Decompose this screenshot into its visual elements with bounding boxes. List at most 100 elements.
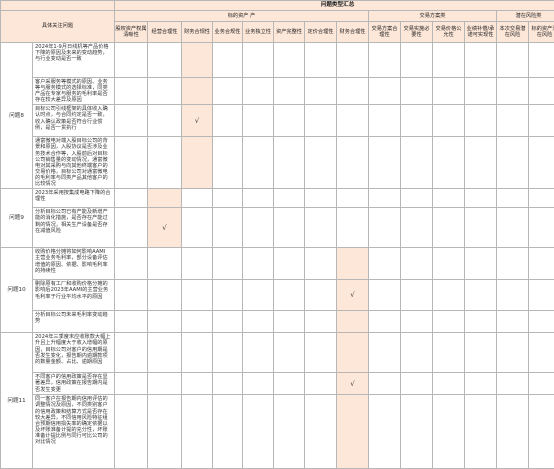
empty-cell bbox=[243, 78, 274, 105]
column-header: 业务合规性 bbox=[213, 22, 243, 43]
empty-cell bbox=[274, 280, 305, 311]
issue-label: 问题8 bbox=[1, 43, 33, 189]
empty-cell bbox=[337, 105, 369, 137]
column-header: 交易实施必要性 bbox=[401, 22, 433, 43]
empty-cell bbox=[305, 105, 337, 137]
empty-cell bbox=[465, 189, 497, 208]
issue-summary-table: 问题类型汇总 具体关注问题 标的资产 产 交易方案类 潜在风险类 股权资产权属清… bbox=[0, 0, 554, 469]
column-header: 标的资产潜在风险 bbox=[529, 22, 554, 43]
empty-cell bbox=[213, 395, 243, 469]
empty-cell bbox=[213, 105, 243, 137]
empty-cell bbox=[497, 78, 529, 105]
table-row: 通富微电对端入股目标公司的背景和原因，入股协议是否涉及业务技术合作等，入股前后对… bbox=[1, 137, 554, 189]
issue-description: 分析目标公司未来毛利率变动趋势 bbox=[33, 311, 115, 333]
table-row: 目标公司引线框架的具体收入确认时点，与合同约定是否一致，收入确认政策是否符合行业… bbox=[1, 105, 554, 137]
empty-cell bbox=[115, 311, 148, 333]
check-mark-cell bbox=[182, 43, 213, 78]
issue-description: 分析目标公司已有产能及新增产能的消化措施，是否存在产能过剩的情况，相关生产设备是… bbox=[33, 208, 115, 248]
check-mark-cell bbox=[337, 333, 369, 373]
empty-cell bbox=[148, 137, 182, 189]
empty-cell bbox=[274, 395, 305, 469]
empty-cell bbox=[115, 78, 148, 105]
group-header-asset: 标的资产 产 bbox=[115, 11, 369, 22]
empty-cell bbox=[305, 248, 337, 280]
check-mark-cell bbox=[337, 248, 369, 280]
column-header: 业务独立性 bbox=[243, 22, 274, 43]
issue-description: 2024年三季度末应收账款大幅上升且上升幅度大于收入增幅的原因，目标公司对客户的… bbox=[33, 333, 115, 373]
empty-cell bbox=[243, 280, 274, 311]
empty-cell bbox=[497, 373, 529, 395]
empty-cell bbox=[274, 333, 305, 373]
empty-cell bbox=[243, 105, 274, 137]
check-mark-cell bbox=[337, 395, 369, 469]
empty-cell bbox=[305, 208, 337, 248]
empty-cell bbox=[465, 373, 497, 395]
empty-cell bbox=[433, 373, 465, 395]
empty-cell bbox=[529, 395, 554, 469]
empty-cell bbox=[369, 137, 401, 189]
empty-cell bbox=[529, 78, 554, 105]
group-header-risk: 潜在风险类 bbox=[497, 11, 554, 22]
issue-description: 2024年1-9月日线机等产品价格下降的原因及未来的变动趋势，与行业变动是否一致 bbox=[33, 43, 115, 78]
empty-cell bbox=[433, 311, 465, 333]
check-mark-cell bbox=[148, 189, 182, 208]
empty-cell bbox=[465, 43, 497, 78]
empty-cell bbox=[401, 248, 433, 280]
empty-cell bbox=[182, 311, 213, 333]
empty-cell bbox=[182, 208, 213, 248]
empty-cell bbox=[369, 280, 401, 311]
empty-cell bbox=[305, 280, 337, 311]
empty-cell bbox=[213, 373, 243, 395]
group-header-transaction: 交易方案类 bbox=[369, 11, 497, 22]
empty-cell bbox=[465, 208, 497, 248]
empty-cell bbox=[465, 395, 497, 469]
empty-cell bbox=[497, 189, 529, 208]
column-header: 本次交易潜在风险 bbox=[497, 22, 529, 43]
empty-cell bbox=[465, 78, 497, 105]
empty-cell bbox=[465, 311, 497, 333]
empty-cell bbox=[433, 105, 465, 137]
empty-cell bbox=[369, 208, 401, 248]
column-header: 资产完整性 bbox=[274, 22, 305, 43]
issue-description: 2023年采用按集成电路下降的合理性 bbox=[33, 189, 115, 208]
check-mark-cell: √ bbox=[182, 105, 213, 137]
empty-cell bbox=[115, 280, 148, 311]
empty-cell bbox=[337, 208, 369, 248]
empty-cell bbox=[243, 43, 274, 78]
check-mark-cell: √ bbox=[148, 208, 182, 248]
issue-description: 收购价格分摊将如何影响AAMI 主营业务毛利率，部分设备评估增值的原因、依据、影… bbox=[33, 248, 115, 280]
empty-cell bbox=[148, 280, 182, 311]
empty-cell bbox=[274, 189, 305, 208]
empty-cell bbox=[401, 189, 433, 208]
empty-cell bbox=[274, 248, 305, 280]
empty-cell bbox=[369, 333, 401, 373]
issue-description: 通富微电对端入股目标公司的背景和原因，入股协议是否涉及业务技术合作等，入股前后对… bbox=[33, 137, 115, 189]
empty-cell bbox=[115, 373, 148, 395]
empty-cell bbox=[115, 43, 148, 78]
issue-rows: 问题82024年1-9月日线机等产品价格下降的原因及未来的变动趋势，与行业变动是… bbox=[1, 43, 554, 469]
table-row: 问题82024年1-9月日线机等产品价格下降的原因及未来的变动趋势，与行业变动是… bbox=[1, 43, 554, 78]
empty-cell bbox=[213, 137, 243, 189]
table-row: 分析目标公司未来毛利率变动趋势 bbox=[1, 311, 554, 333]
empty-cell bbox=[274, 208, 305, 248]
empty-cell bbox=[401, 373, 433, 395]
empty-cell bbox=[213, 78, 243, 105]
column-header: 交易价格公允性 bbox=[433, 22, 465, 43]
empty-cell bbox=[243, 208, 274, 248]
empty-cell bbox=[305, 373, 337, 395]
column-header: 业绩补偿/承诺可实现性 bbox=[465, 22, 497, 43]
empty-cell bbox=[182, 395, 213, 469]
empty-cell bbox=[369, 105, 401, 137]
column-header: 交易方案合理性 bbox=[369, 22, 401, 43]
empty-cell bbox=[401, 395, 433, 469]
empty-cell bbox=[243, 373, 274, 395]
check-mark-cell: √ bbox=[337, 280, 369, 311]
empty-cell bbox=[497, 395, 529, 469]
empty-cell bbox=[529, 373, 554, 395]
issue-label: 问题10 bbox=[1, 248, 33, 333]
empty-cell bbox=[433, 189, 465, 208]
empty-cell bbox=[148, 395, 182, 469]
issue-label: 问题9 bbox=[1, 189, 33, 248]
empty-cell bbox=[497, 280, 529, 311]
check-mark-cell bbox=[337, 311, 369, 333]
